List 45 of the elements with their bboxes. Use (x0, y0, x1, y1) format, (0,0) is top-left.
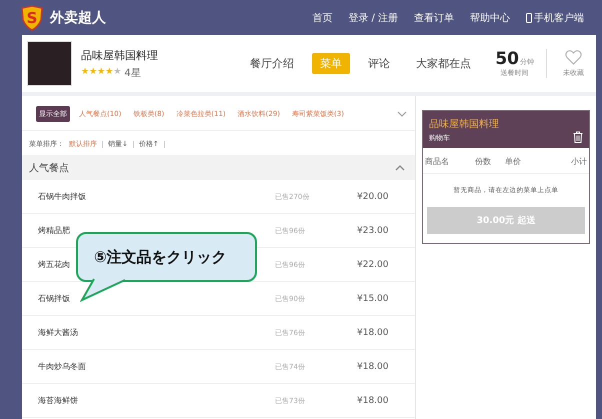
dish-price: ¥20.00 (357, 192, 390, 202)
store-tab[interactable]: 评论 (360, 53, 398, 74)
callout-text: ⑤注文品をクリック (94, 248, 227, 266)
dish-name[interactable]: 海苔海鲜饼 (38, 395, 78, 406)
dish-name[interactable]: 烤五花肉 (38, 259, 70, 270)
star-icon: ★ (89, 68, 98, 77)
star-icon: ★ (105, 68, 114, 77)
dish-price: ¥23.00 (357, 226, 390, 236)
nav-link[interactable]: 登录 / 注册 (348, 10, 398, 24)
dish-name[interactable]: 牛肉炒乌冬面 (38, 361, 86, 372)
rating-text: 4星 (124, 66, 141, 80)
cart-column-header: 商品名 (425, 156, 450, 167)
nav-link[interactable]: 首页 (312, 10, 332, 24)
nav-link[interactable]: 帮助中心 (470, 10, 510, 24)
star-icon: ★ (113, 68, 122, 77)
cart-column-header: 小计 (570, 156, 587, 167)
dish-price: ¥18.00 (357, 328, 390, 338)
dish-name[interactable]: 烤精品肥 (38, 225, 70, 236)
app-link[interactable]: 手机客户端 (526, 10, 584, 24)
section-title: 人气餐点 (29, 162, 69, 174)
brand-name: 外卖超人 (50, 8, 106, 26)
dish-name[interactable]: 石锅牛肉拌饭 (38, 191, 86, 202)
dish-price: ¥15.00 (357, 294, 390, 304)
phone-icon (526, 12, 532, 22)
dish-price: ¥18.00 (357, 396, 390, 406)
nav-link[interactable]: 查看订单 (414, 10, 454, 24)
heart-icon[interactable] (565, 50, 582, 64)
store-name: 品味屋韩国料理 (81, 48, 158, 62)
star-icon: ★ (81, 68, 90, 77)
cart-store-name: 品味屋韩国料理 (429, 118, 499, 131)
dish-name[interactable]: 石锅拌饭 (38, 293, 70, 304)
delivery-time: 50 (495, 49, 519, 69)
cart-column-header: 份数 (475, 156, 492, 167)
dish-price: ¥18.00 (357, 362, 390, 372)
shield-logo-icon: S (20, 4, 44, 30)
store-logo-placeholder (27, 41, 72, 86)
chevron-down-icon[interactable] (397, 111, 407, 117)
store-tab[interactable]: 餐厅介绍 (242, 53, 302, 74)
store-tab[interactable]: 大家都在点 (408, 53, 479, 74)
cart-column-header: 单价 (505, 156, 522, 167)
dish-name[interactable]: 海鲜大酱汤 (38, 327, 78, 338)
trash-icon[interactable] (573, 131, 583, 143)
star-icon: ★ (97, 68, 106, 77)
dish-price: ¥22.00 (357, 260, 390, 270)
chevron-up-icon[interactable] (395, 164, 405, 170)
